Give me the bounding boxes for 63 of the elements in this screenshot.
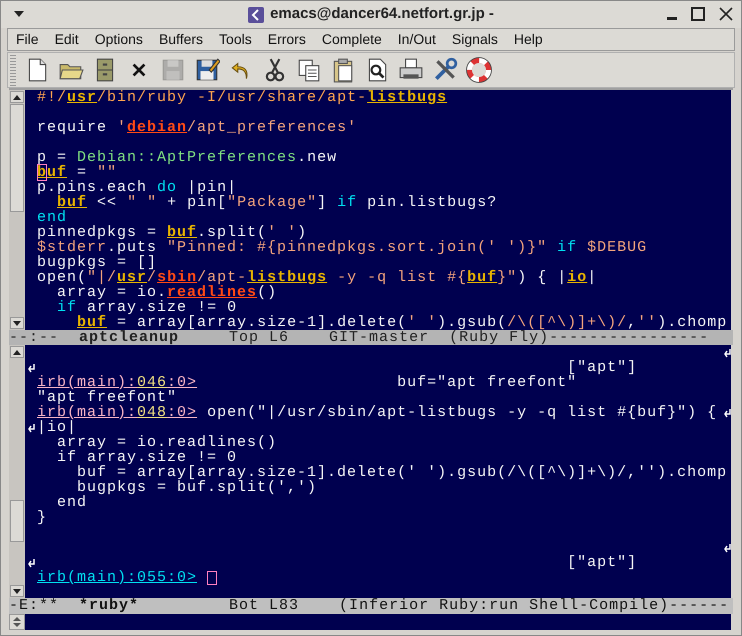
code-line: buf = "" xyxy=(37,165,118,180)
code-line: pinnedpkgs = buf.split(' ') xyxy=(37,225,308,240)
arrow-down-icon xyxy=(13,588,21,594)
scroll-down-button[interactable] xyxy=(10,585,24,597)
code-line: bugpkgs = buf.split(',') xyxy=(77,480,318,495)
app-icon xyxy=(248,6,264,22)
code-line: end xyxy=(56,495,88,510)
arrow-up-icon xyxy=(13,350,21,354)
code-line: ["apt"] xyxy=(567,360,638,375)
scrollbar[interactable] xyxy=(9,345,25,598)
lifebuoy-icon[interactable] xyxy=(466,57,492,83)
code-line: p = Debian::AptPreferences.new xyxy=(37,150,338,165)
code-line: $stderr.puts "Pinned: #{pinnedpkgs.sort.join(' ')}" if $DEBUG xyxy=(37,240,648,255)
toolbar-grip[interactable] xyxy=(10,54,16,86)
code-line: ["apt"] xyxy=(566,555,638,570)
maximize-icon[interactable] xyxy=(691,7,705,21)
code-line: if array.size != 0 xyxy=(56,300,238,315)
code-line: irb(main):048:0> open("|/usr/sbin/apt-listbugs -y -q list #{buf}") { xyxy=(37,405,718,420)
arrow-down-icon xyxy=(13,320,21,326)
code-line: if array.size != 0 xyxy=(56,450,238,465)
code-line: "apt freefont" xyxy=(37,390,178,405)
shell-pane[interactable] xyxy=(25,345,731,598)
code-line: p.pins.each do |pin| xyxy=(37,180,238,195)
code-line: irb(main):055:0> xyxy=(37,570,198,585)
scrollbar[interactable] xyxy=(9,90,25,330)
menu-item[interactable]: Signals xyxy=(444,29,506,50)
menu-item[interactable]: Errors xyxy=(260,29,314,50)
copy-pages-icon[interactable] xyxy=(296,57,322,83)
arrow-up-icon xyxy=(13,94,21,100)
up-down-arrows-icon xyxy=(13,616,21,628)
menu-item[interactable]: Options xyxy=(86,29,151,50)
menu-item[interactable]: Buffers xyxy=(150,29,212,50)
window-menu-icon[interactable] xyxy=(14,11,24,17)
code-line: array = io.readlines() xyxy=(57,435,278,450)
code-line: array = io.readlines() xyxy=(57,285,278,300)
scroll-thumb[interactable] xyxy=(10,500,24,542)
menu-item[interactable]: Tools xyxy=(211,29,260,50)
code-line: buf = array[array.size-1].delete(' ').gsub(/\([^\)]+\)/,'').chomp xyxy=(76,465,728,480)
code-line: end xyxy=(37,210,68,225)
code-line: bugpkgs = [] xyxy=(37,255,158,270)
code-line: open("|/usr/sbin/apt-listbugs -y -q list #{buf}") { |io| xyxy=(37,270,598,285)
code-line: |io| xyxy=(37,420,78,435)
code-line: buf << " " + pin["Package"] if pin.listbugs? xyxy=(57,195,498,210)
scroll-thumb[interactable] xyxy=(10,104,24,212)
code-line: } xyxy=(37,510,48,525)
menu-item[interactable]: In/Out xyxy=(390,29,444,50)
code-line: irb(main):046:0> buf="apt freefont" xyxy=(37,375,578,390)
scroll-down-button[interactable] xyxy=(10,317,24,329)
code-line: #!/usr/bin/ruby -I/usr/share/apt-listbugs xyxy=(37,90,448,105)
scroll-up-button[interactable] xyxy=(10,346,24,358)
window-title: emacs@dancer64.netfort.gr.jp - xyxy=(270,4,494,24)
menu-item[interactable]: Complete xyxy=(314,29,390,50)
editor-pane[interactable] xyxy=(25,90,731,330)
code-line: require 'debian/apt_preferences' xyxy=(37,120,358,135)
menu-item[interactable]: Edit xyxy=(46,29,87,50)
close-icon[interactable] xyxy=(719,7,733,21)
menu-item[interactable]: File xyxy=(8,29,47,50)
tools-icon[interactable] xyxy=(432,57,458,83)
floppy-pencil-icon[interactable] xyxy=(194,57,220,83)
menu-item[interactable]: Help xyxy=(506,29,551,50)
scroll-buttons[interactable] xyxy=(9,614,25,630)
scroll-up-button[interactable] xyxy=(10,91,24,103)
code-line: buf = array[array.size-1].delete(' ').gsub(/\([^\)]+\)/,'').chomp xyxy=(76,315,728,330)
